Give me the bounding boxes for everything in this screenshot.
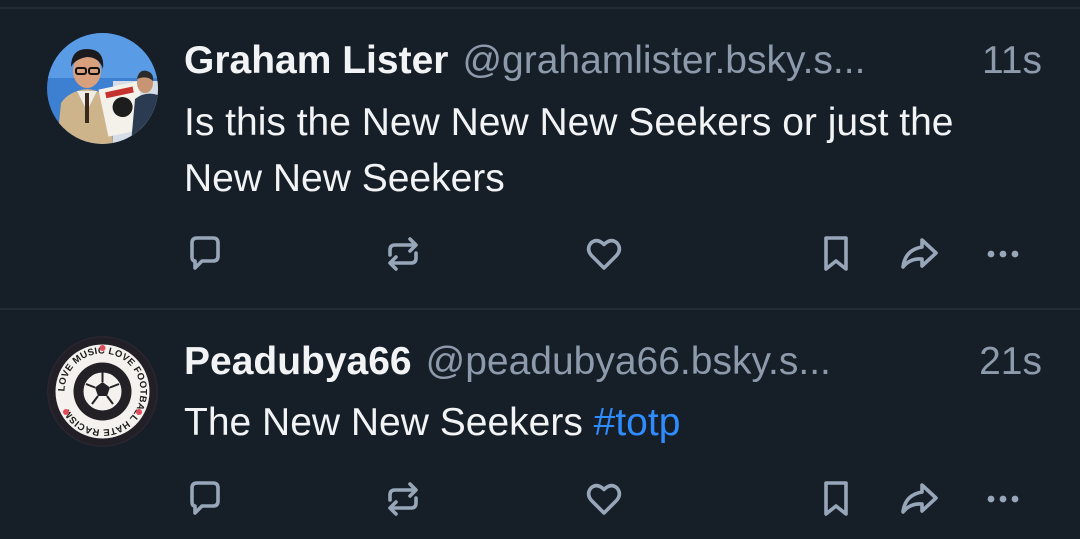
author-name[interactable]: Peadubya66 [184,337,412,387]
post-item[interactable]: LOVE MUSIC LOVE FOOTBALL HATE RACISM Pea… [0,310,1080,539]
feed: Graham Lister @grahamlister.bsky.s... 11… [0,0,1080,539]
bookmark-icon [824,481,848,516]
bookmark-button[interactable] [814,232,858,276]
bookmark-icon [824,236,848,271]
more-button[interactable] [981,477,1025,521]
photo-avatar-icon [47,33,158,144]
repost-icon [388,482,418,516]
like-button[interactable] [582,232,626,276]
like-button[interactable] [582,477,626,521]
share-button[interactable] [897,477,941,521]
like-icon [586,238,622,270]
author-name[interactable]: Graham Lister [184,36,448,86]
repost-icon [388,237,418,271]
post-timestamp[interactable]: 21s [979,337,1042,387]
post-item[interactable]: Graham Lister @grahamlister.bsky.s... 11… [0,9,1080,308]
post-text-content: Is this the New New New Seekers or just … [184,101,954,200]
reply-icon [190,481,220,515]
post-timestamp[interactable]: 11s [982,36,1042,86]
post-actions [0,477,1080,521]
repost-button[interactable] [381,232,425,276]
post-header: Peadubya66 @peadubya66.bsky.s... 21s [184,337,1042,387]
post-text: The New New Seekers #totp [184,395,1040,451]
share-icon [901,238,938,269]
share-icon [901,483,938,514]
more-icon [987,495,1019,503]
more-icon [987,250,1019,258]
repost-button[interactable] [381,477,425,521]
avatar[interactable] [47,33,158,144]
more-button[interactable] [981,232,1025,276]
bookmark-button[interactable] [814,477,858,521]
football-badge-avatar-icon: LOVE MUSIC LOVE FOOTBALL HATE RACISM [47,336,158,447]
post-actions [0,232,1080,276]
reply-button[interactable] [183,477,227,521]
author-handle[interactable]: @peadubya66.bsky.s... [426,337,969,387]
post-header: Graham Lister @grahamlister.bsky.s... 11… [184,36,1042,86]
author-handle[interactable]: @grahamlister.bsky.s... [462,36,972,86]
like-icon [586,483,622,515]
reply-icon [190,236,220,270]
share-button[interactable] [897,232,941,276]
post-text: Is this the New New New Seekers or just … [184,95,1040,207]
hashtag-link[interactable]: #totp [594,401,681,444]
avatar[interactable]: LOVE MUSIC LOVE FOOTBALL HATE RACISM [47,336,158,447]
post-text-content: The New New Seekers [184,401,594,444]
reply-button[interactable] [183,232,227,276]
